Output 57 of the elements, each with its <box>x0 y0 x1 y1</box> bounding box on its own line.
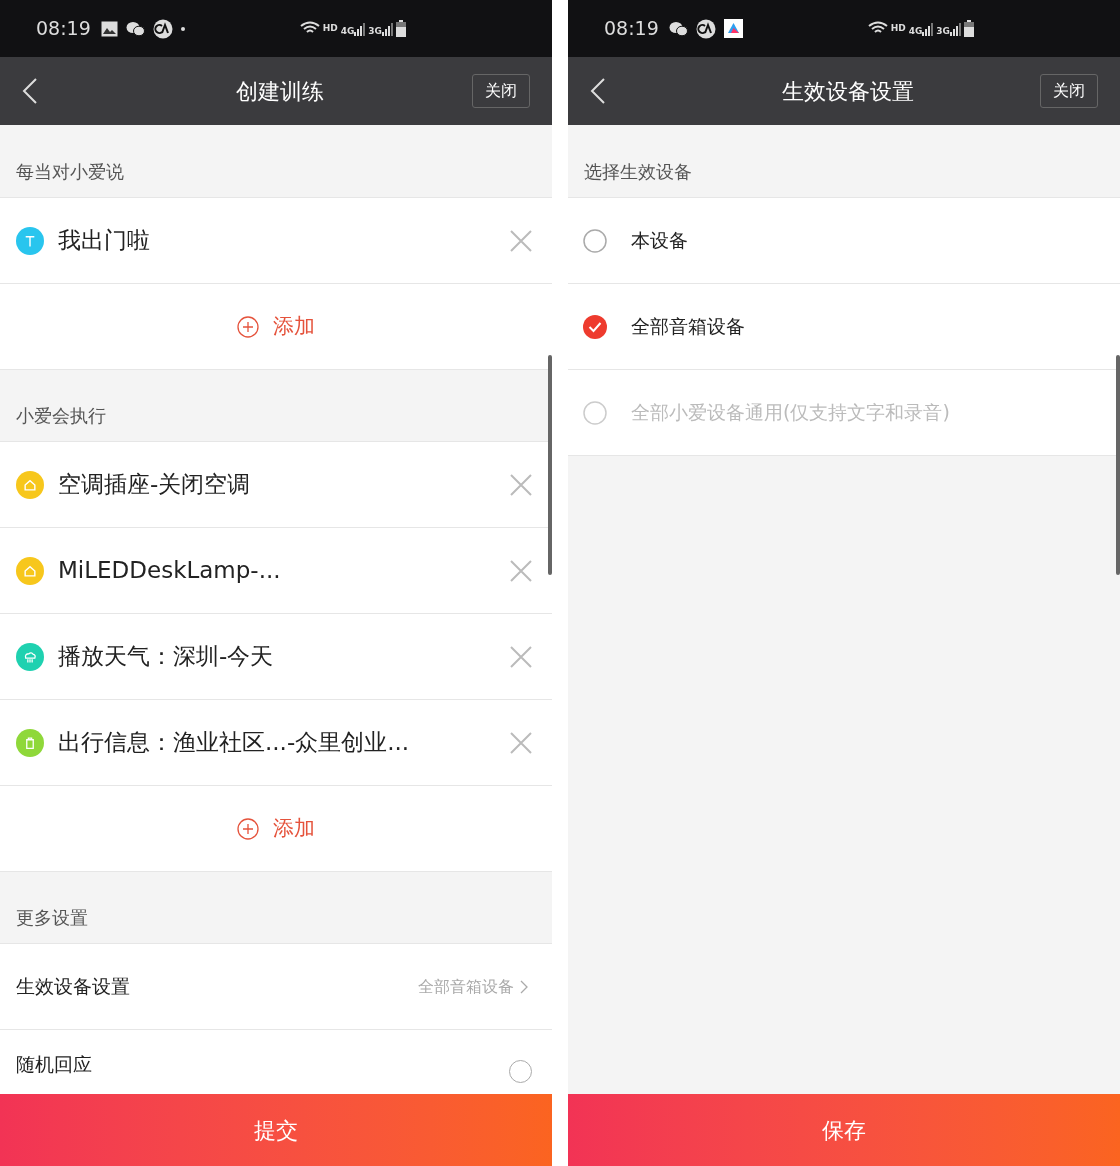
option-label: 全部小爱设备通用(仅支持文字和录音) <box>631 400 950 426</box>
chat-icon <box>668 20 688 37</box>
app-icon <box>723 19 743 38</box>
option-label: 本设备 <box>631 228 688 254</box>
section-title: 小爱会执行 <box>16 404 106 428</box>
signal-icon <box>950 21 961 36</box>
add-button[interactable]: 添加 <box>237 310 315 343</box>
section-title: 每当对小爱说 <box>16 160 124 184</box>
close-button[interactable]: 关闭 <box>1040 74 1098 108</box>
row-label: 生效设备设置 <box>16 974 131 1000</box>
plus-circle-icon <box>237 817 259 840</box>
network-label: 4G <box>340 26 355 36</box>
device-option[interactable]: 本设备 <box>568 198 1120 284</box>
delete-icon[interactable] <box>510 559 532 582</box>
settings-row[interactable]: 生效设备设置 全部音箱设备 <box>0 944 552 1030</box>
delete-icon[interactable] <box>510 473 532 496</box>
network-label: 4G <box>908 26 923 36</box>
checked-radio[interactable] <box>583 314 607 339</box>
chat-icon <box>125 20 145 37</box>
signal-icon <box>922 21 934 36</box>
image-icon <box>100 20 118 37</box>
chevron-right-icon <box>520 979 528 994</box>
signal-icon <box>354 21 366 36</box>
row-label: 随机回应 <box>16 1052 93 1077</box>
delete-icon[interactable] <box>510 731 532 754</box>
item-text: 空调插座-关闭空调 <box>58 470 252 500</box>
battery-icon <box>964 20 974 37</box>
section-title: 选择生效设备 <box>584 160 692 184</box>
device-option[interactable]: 全部音箱设备 <box>568 284 1120 370</box>
network-label: HD <box>322 24 338 33</box>
section-title: 更多设置 <box>16 906 88 930</box>
page-title: 生效设备设置 <box>781 77 915 106</box>
item-text: 出行信息：渔业社区...-众里创业... <box>58 728 411 758</box>
radio-button[interactable] <box>583 228 607 253</box>
item-text: 我出门啦 <box>58 226 151 256</box>
network-label: 3G <box>936 26 950 36</box>
back-icon[interactable] <box>22 77 38 105</box>
item-text: 播放天气：深圳-今天 <box>58 642 275 672</box>
clock-time: 08:19 <box>36 16 91 42</box>
row-value: 全部音箱设备 <box>418 975 514 998</box>
plus-circle-icon <box>237 315 259 338</box>
close-button[interactable]: 关闭 <box>472 74 530 108</box>
page-title: 创建训练 <box>235 77 325 106</box>
item-text: MiLEDDeskLamp-... <box>58 556 282 586</box>
delete-icon[interactable] <box>510 645 532 668</box>
clock-time: 08:19 <box>604 16 659 42</box>
battery-icon <box>396 20 406 37</box>
circle-logo-icon <box>152 18 173 39</box>
dot-icon <box>180 26 185 31</box>
option-label: 全部音箱设备 <box>631 314 745 340</box>
signal-icon <box>382 21 393 36</box>
delete-icon[interactable] <box>510 229 532 252</box>
back-icon[interactable] <box>590 77 606 105</box>
network-label: HD <box>890 24 906 33</box>
add-button[interactable]: 添加 <box>237 812 315 845</box>
network-label: 3G <box>368 26 382 36</box>
circle-logo-icon <box>695 18 716 39</box>
